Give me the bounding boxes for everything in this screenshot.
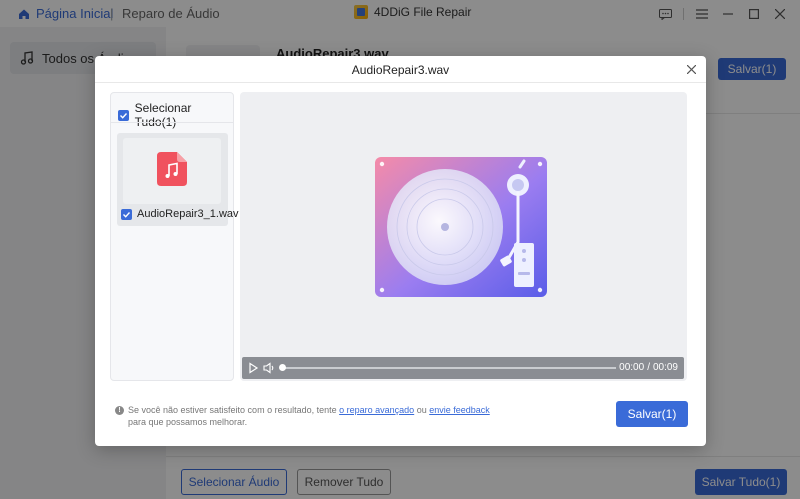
select-all-label: Selecionar Tudo(1) (134, 101, 192, 129)
info-icon: ! (115, 406, 124, 415)
info-text-before: Se você não estiver satisfeito com o res… (128, 405, 340, 415)
audio-player: 00:00 / 00:09 (242, 357, 684, 379)
dialog-header: AudioRepair3.wav (95, 56, 706, 83)
time-display: 00:00 / 00:09 (619, 362, 678, 373)
volume-icon[interactable] (262, 361, 276, 375)
checkbox-checked-icon[interactable] (118, 109, 129, 121)
progress-track[interactable] (281, 367, 616, 369)
file-list-panel: Selecionar Tudo(1) AudioRepair3_1.wav (110, 92, 239, 381)
play-icon[interactable] (246, 361, 260, 375)
file-thumbnail (123, 138, 221, 204)
dialog-title: AudioRepair3.wav (351, 63, 450, 77)
turntable-icon (375, 157, 547, 297)
info-text-after: para que possamos melhorar. (128, 417, 248, 427)
preview-dialog: AudioRepair3.wav Selecionar Tudo(1) Audi… (95, 56, 706, 446)
file-name: AudioRepair3_1.wav (137, 208, 239, 220)
time-separator: / (647, 362, 650, 373)
total-time: 00:09 (652, 362, 678, 373)
progress-knob[interactable] (279, 364, 286, 371)
checkbox-checked-icon[interactable] (121, 208, 132, 220)
file-row: AudioRepair3_1.wav (121, 208, 239, 220)
divider (111, 122, 233, 123)
audio-file-icon (157, 152, 187, 186)
select-all-checkbox[interactable]: Selecionar Tudo(1) (118, 101, 233, 129)
list-item[interactable]: AudioRepair3_1.wav (117, 133, 239, 226)
info-note: ! Se você não estiver satisfeito com o r… (115, 404, 495, 428)
preview-area (240, 92, 687, 381)
advanced-repair-link[interactable]: o reparo avançado (339, 405, 414, 415)
current-time: 00:00 (619, 362, 645, 373)
dialog-save-button[interactable]: Salvar(1) (616, 401, 688, 427)
close-icon[interactable] (682, 60, 700, 78)
info-text-mid: ou (414, 405, 430, 415)
send-feedback-link[interactable]: envie feedback (429, 405, 490, 415)
